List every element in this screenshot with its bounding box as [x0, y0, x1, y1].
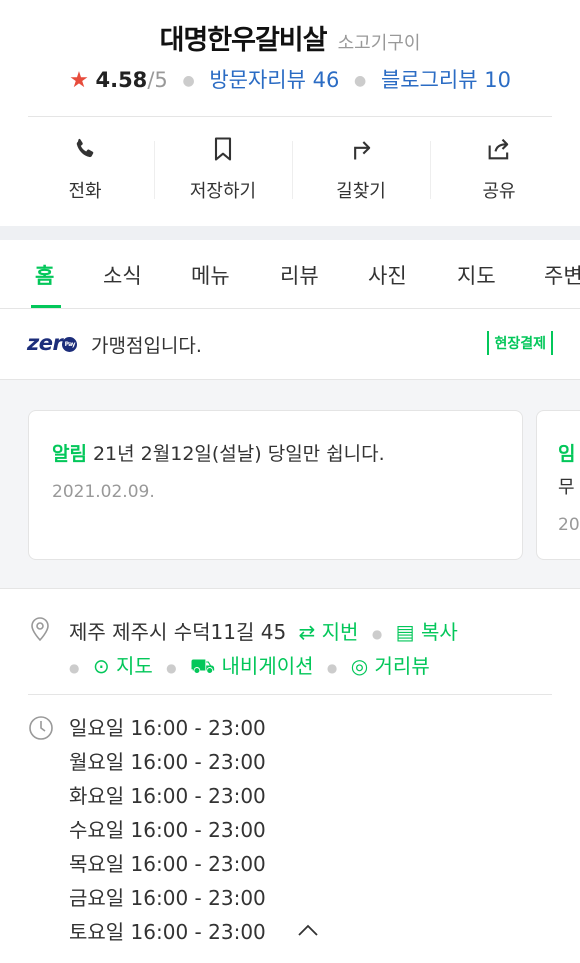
address-links-row: ● ⊙ 지도 ● ⛟ 내비게이션 ● ◎ 거리뷰	[69, 650, 430, 681]
onsite-payment-badge: 현장결제	[487, 331, 553, 355]
dot-separator: ●	[354, 73, 367, 89]
notice-carousel[interactable]: 알림 21년 2월12일(설날) 당일만 쉽니다. 2021.02.09. 임 무…	[0, 380, 580, 589]
business-hours: 일요일 16:00 - 23:00 월요일 16:00 - 23:00 화요일 …	[69, 716, 266, 954]
rating-row: ★ 4.58/5 ● 방문자리뷰 46 ● 블로그리뷰 10	[0, 64, 580, 94]
tab-nearby[interactable]: 주변	[544, 260, 580, 290]
place-category: 소고기구이	[337, 33, 421, 54]
chevron-up-icon[interactable]	[297, 922, 319, 941]
address-text: 제주 제주시 수덕11길 45	[69, 620, 287, 644]
map-label: 지도	[115, 654, 153, 678]
save-label: 저장하기	[189, 181, 257, 202]
notice-date: 2021.02.09.	[52, 482, 155, 502]
phone-icon	[71, 138, 99, 167]
tab-home[interactable]: 홈	[35, 260, 54, 290]
section-gap	[0, 226, 580, 240]
place-header: 대명한우갈비살 소고기구이 ★ 4.58/5 ● 방문자리뷰 46 ● 블로그리…	[0, 0, 580, 226]
dot-separator: ●	[166, 660, 177, 675]
place-info: 제주 제주시 수덕11길 45 ⇄ 지번 ● ▤ 복사 ● ⊙ 지도 ● ⛟ 내…	[0, 589, 580, 963]
dot-separator: ●	[326, 660, 338, 675]
active-tab-indicator	[31, 305, 61, 308]
rating-max: /5	[147, 68, 168, 92]
notice-card[interactable]: 알림 21년 2월12일(설날) 당일만 쉽니다. 2021.02.09.	[28, 410, 523, 560]
share-label: 공유	[482, 181, 516, 202]
copy-label: 복사	[420, 620, 458, 644]
navigation-label: 내비게이션	[221, 654, 314, 678]
zeropay-pay-badge: Pay	[62, 336, 78, 352]
map-pin-icon: ⊙	[92, 654, 110, 678]
hours-row: 금요일 16:00 - 23:00	[69, 886, 266, 910]
tab-news[interactable]: 소식	[103, 260, 142, 290]
zeropay-logo: zer Pay	[27, 331, 78, 355]
blog-reviews-link[interactable]: 블로그리뷰 10	[381, 68, 511, 92]
clock-icon	[28, 715, 54, 745]
dot-separator: ●	[182, 73, 195, 89]
save-button[interactable]: 저장하기	[154, 135, 292, 205]
notice-tag: 임	[558, 443, 576, 465]
street-view-label: 거리뷰	[374, 654, 430, 678]
tab-map[interactable]: 지도	[457, 260, 496, 290]
jibun-label: 지번	[321, 620, 359, 644]
tab-bar: 홈 소식 메뉴 리뷰 사진 지도 주변	[0, 240, 580, 309]
hours-row: 목요일 16:00 - 23:00	[69, 852, 266, 876]
notice-title: 임	[558, 439, 580, 466]
zeropay-banner: zer Pay 가맹점입니다. 현장결제	[0, 309, 580, 380]
location-pin-icon	[28, 614, 52, 646]
info-divider	[28, 694, 552, 695]
street-view-link[interactable]: ◎ 거리뷰	[351, 654, 430, 678]
action-bar: 전화 저장하기 길찾기 공유	[16, 135, 568, 205]
share-icon	[485, 138, 513, 167]
visitor-reviews-link[interactable]: 방문자리뷰 46	[209, 68, 339, 92]
header-divider	[28, 116, 552, 117]
directions-icon	[347, 141, 375, 167]
copy-icon: ▤	[395, 620, 415, 644]
copy-button[interactable]: ▤ 복사	[396, 620, 458, 644]
dot-separator: ●	[69, 660, 80, 675]
call-button[interactable]: 전화	[16, 135, 154, 205]
notice-date: 20	[558, 515, 580, 535]
rating-score: 4.58	[95, 68, 148, 92]
directions-label: 길찾기	[336, 181, 386, 202]
hours-row: 화요일 16:00 - 23:00	[69, 784, 266, 808]
notice-title: 알림 21년 2월12일(설날) 당일만 쉽니다.	[52, 439, 385, 466]
hours-row: 일요일 16:00 - 23:00	[69, 716, 266, 740]
title-row: 대명한우갈비살 소고기구이	[0, 18, 580, 57]
dot-separator: ●	[371, 626, 383, 641]
directions-button[interactable]: 길찾기	[292, 135, 430, 205]
notice-text: 21년 2월12일(설날) 당일만 쉽니다.	[92, 443, 385, 465]
tab-photos[interactable]: 사진	[368, 260, 407, 290]
map-link[interactable]: ⊙ 지도	[93, 654, 153, 678]
street-view-icon: ◎	[350, 654, 369, 678]
hours-row: 월요일 16:00 - 23:00	[69, 750, 266, 774]
notice-card[interactable]: 임 무 20	[536, 410, 580, 560]
call-label: 전화	[68, 181, 102, 202]
zeropay-text: 가맹점입니다.	[91, 335, 202, 357]
place-name: 대명한우갈비살	[159, 25, 328, 56]
swap-icon: ⇄	[298, 620, 316, 644]
share-button[interactable]: 공유	[430, 135, 568, 205]
notice-text: 무	[558, 477, 575, 498]
star-icon: ★	[69, 68, 89, 93]
hours-row: 수요일 16:00 - 23:00	[69, 818, 266, 842]
tab-reviews[interactable]: 리뷰	[280, 260, 319, 290]
bookmark-icon	[209, 137, 237, 167]
notice-tag: 알림	[52, 443, 87, 465]
car-icon: ⛟	[189, 654, 216, 678]
tab-menu[interactable]: 메뉴	[191, 260, 230, 290]
hours-row: 토요일 16:00 - 23:00	[69, 920, 266, 944]
zeropay-logo-text: zer	[27, 331, 63, 355]
jibun-button[interactable]: ⇄ 지번	[299, 620, 359, 644]
navigation-link[interactable]: ⛟ 내비게이션	[190, 654, 314, 678]
address-row: 제주 제주시 수덕11길 45 ⇄ 지번 ● ▤ 복사	[69, 616, 458, 645]
